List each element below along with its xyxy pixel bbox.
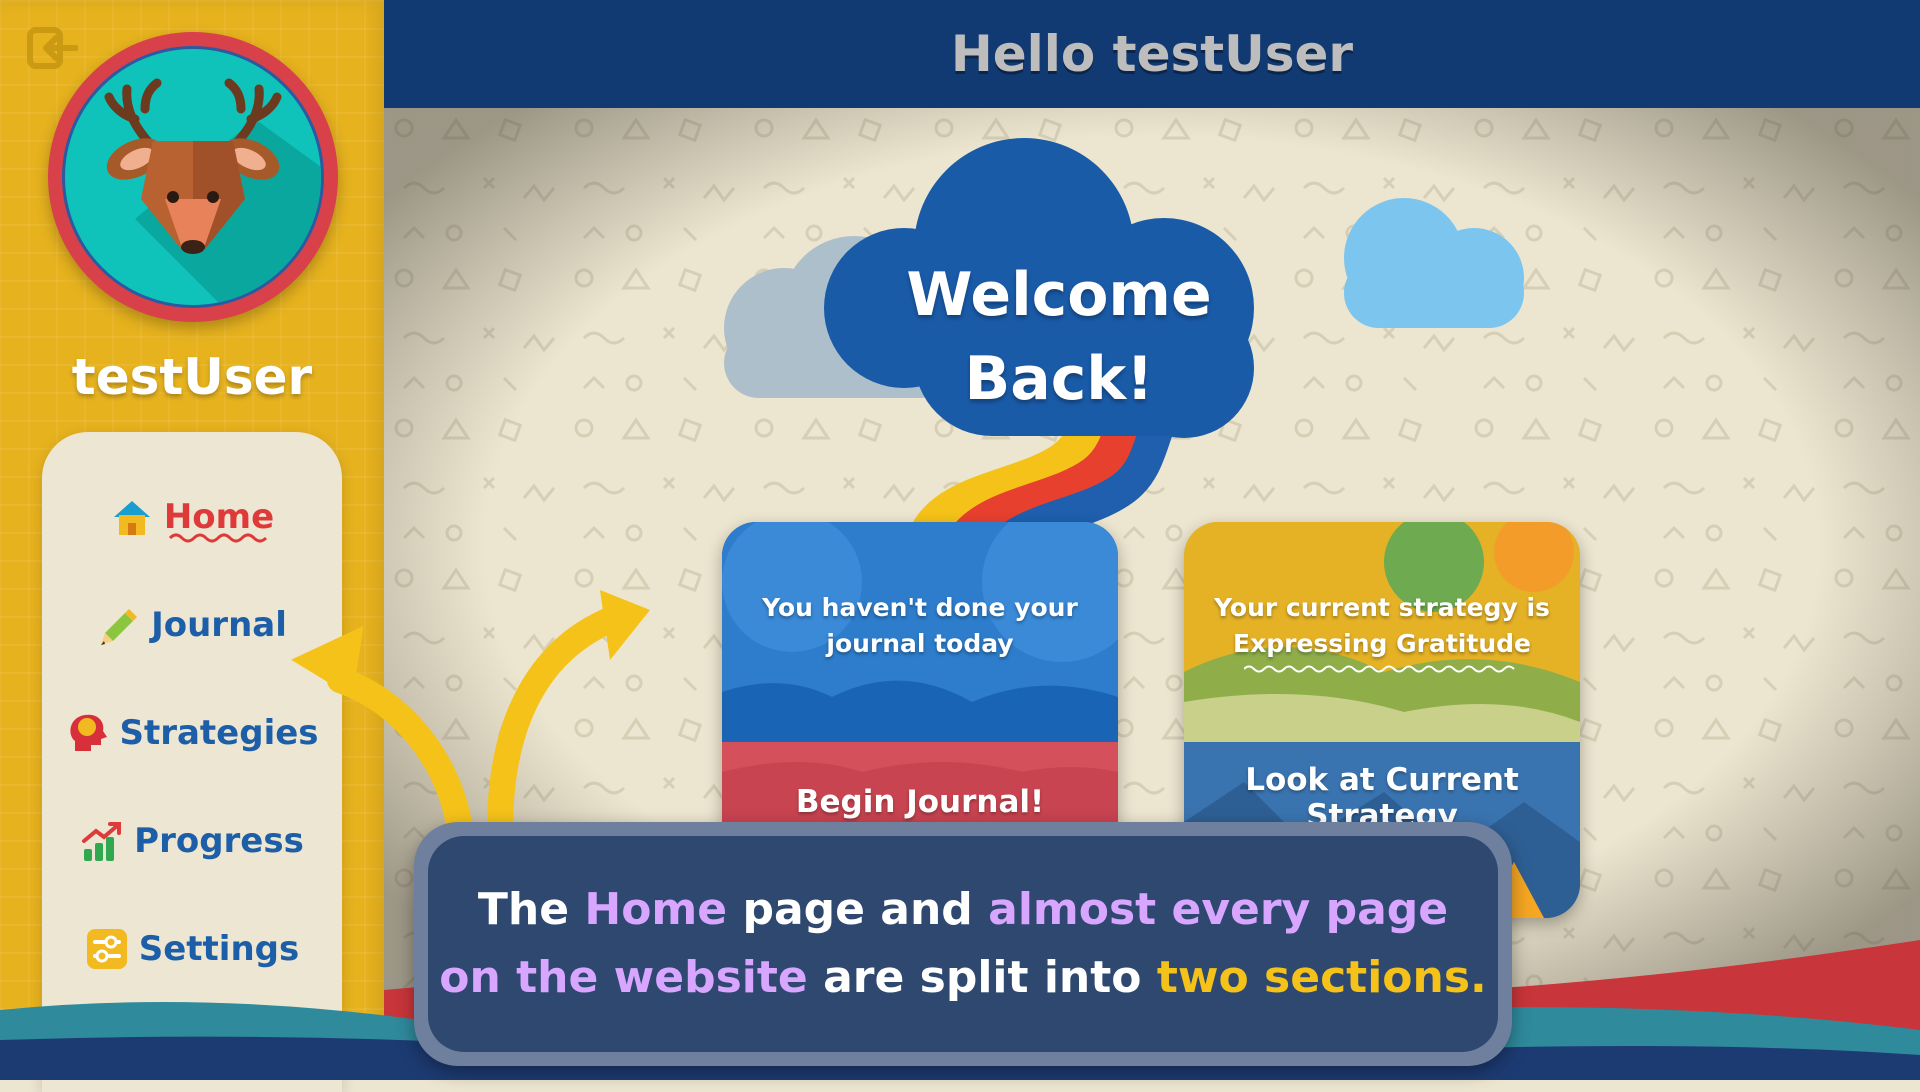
nav-item-journal[interactable]: Journal [42,590,342,660]
nav-item-strategies[interactable]: Strategies [42,698,342,768]
nav-label-progress: Progress [134,821,304,861]
current-strategy-name: Expressing Gratitude [1233,629,1531,658]
house-icon [113,501,150,535]
sidebar: testUser Home Journal Strategies Progres… [0,0,384,1092]
deer-avatar-icon [62,46,324,308]
page-title: Hello testUser [950,25,1354,83]
journal-message: You haven't done your journal today [762,593,1078,658]
sliders-icon [86,929,127,969]
tutorial-text: The Home page and almost every page on t… [439,884,1487,1003]
nav-label-strategies: Strategies [119,713,319,753]
begin-journal-button[interactable]: Begin Journal! [722,784,1118,820]
nav-label-home: Home [163,497,275,537]
strategy-message: Your current strategy is Expressing Grat… [1184,590,1580,662]
nav-label-settings: Settings [138,929,300,969]
head-brain-icon [70,714,108,751]
logout-icon[interactable] [26,26,78,70]
nav-item-settings[interactable]: Settings [42,914,342,984]
nav-item-progress[interactable]: Progress [42,806,342,876]
nav-menu: Home Journal Strategies Progress Setting… [42,432,342,1092]
highlight-two-sections: two sections. [1156,952,1487,1003]
strategy-underline [1244,665,1515,673]
welcome-heading: Welcome Back! [906,260,1212,414]
bar-chart-icon [82,822,122,861]
tutorial-tooltip: The Home page and almost every page on t… [414,822,1512,1066]
tutorial-tooltip-inner: The Home page and almost every page on t… [428,836,1498,1052]
avatar[interactable] [48,32,338,322]
active-underline [168,533,268,543]
pencil-icon [101,609,138,645]
sidebar-username: testUser [71,348,313,406]
header-bar: Hello testUser [384,0,1920,108]
nav-label-journal: Journal [151,605,287,645]
